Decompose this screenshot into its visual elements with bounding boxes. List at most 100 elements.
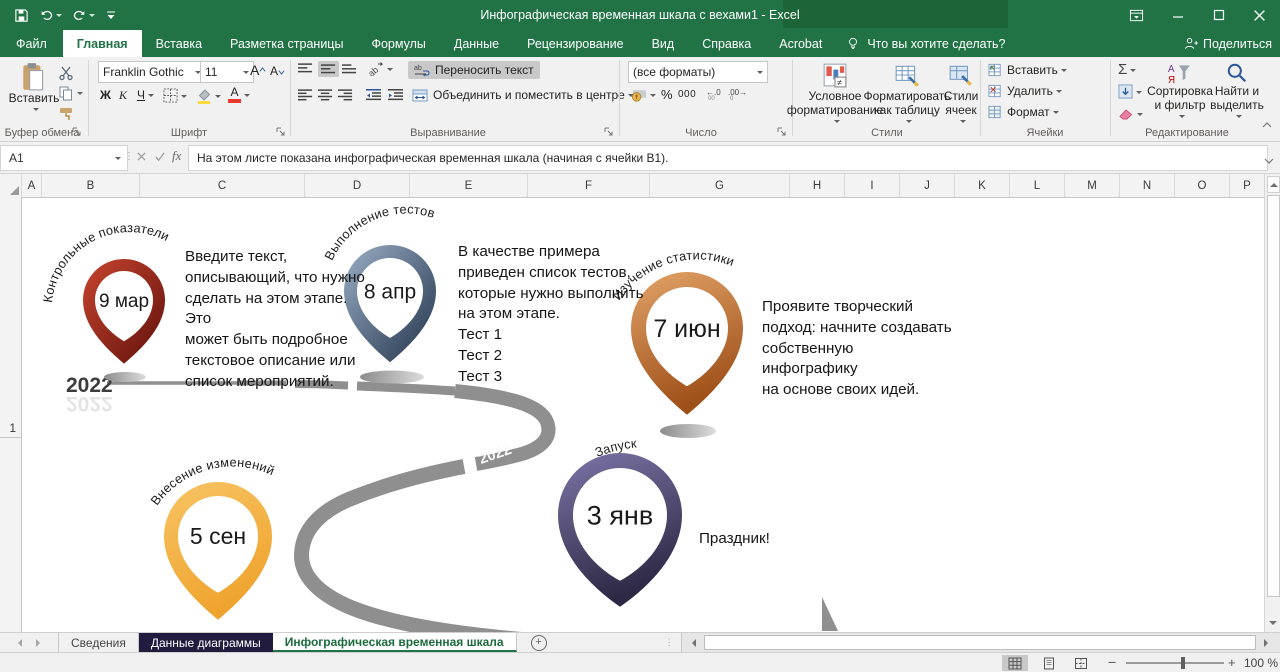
zoom-out-button[interactable]: −: [1108, 654, 1116, 670]
column-header-c[interactable]: C: [140, 174, 305, 197]
decrease-font-button[interactable]: A: [270, 64, 285, 78]
sheet-tab-infographic-active[interactable]: Инфографическая временная шкала: [273, 633, 517, 652]
column-header-f[interactable]: F: [528, 174, 650, 197]
column-header-n[interactable]: N: [1120, 174, 1175, 197]
number-format-combobox[interactable]: (все форматы): [628, 61, 768, 83]
select-all-button[interactable]: [0, 174, 22, 197]
fill-color-button[interactable]: [196, 87, 221, 104]
font-dialog-launcher[interactable]: [276, 126, 288, 138]
format-painter-button[interactable]: [58, 106, 74, 122]
formula-bar-grip[interactable]: ⋮: [124, 151, 133, 162]
orientation-button[interactable]: ab: [368, 62, 393, 76]
hscroll-right-arrow-icon[interactable]: [1264, 639, 1272, 647]
milestone-pin-sep[interactable]: 5 сен: [164, 482, 272, 620]
share-button[interactable]: Поделиться: [1183, 30, 1272, 57]
milestone-pin-jan[interactable]: 3 янв: [558, 453, 682, 607]
column-header-p[interactable]: P: [1230, 174, 1264, 197]
ribbon-display-options-button[interactable]: [1116, 0, 1157, 30]
view-normal-button[interactable]: [1002, 655, 1028, 671]
clear-button[interactable]: [1118, 107, 1143, 120]
number-dialog-launcher[interactable]: [777, 126, 789, 138]
delete-cells-button[interactable]: Удалить: [988, 84, 1062, 98]
align-top-button[interactable]: [298, 63, 313, 75]
column-header-a[interactable]: A: [22, 174, 42, 197]
italic-button[interactable]: К: [119, 88, 127, 103]
align-right-button[interactable]: [338, 89, 353, 101]
clipboard-dialog-launcher[interactable]: [72, 126, 84, 138]
decrease-decimal-button[interactable]: .00→0: [728, 88, 746, 100]
scroll-up-button[interactable]: [1267, 176, 1280, 193]
bold-button[interactable]: Ж: [100, 88, 111, 102]
tab-data[interactable]: Данные: [440, 30, 513, 57]
sheet-nav-left-arrow[interactable]: [14, 639, 22, 647]
sheet-tab-svedeniya[interactable]: Сведения: [59, 633, 139, 652]
underline-button[interactable]: Ч: [137, 88, 154, 102]
vertical-scroll-thumb[interactable]: [1267, 195, 1280, 597]
paste-button[interactable]: Вставить: [8, 62, 60, 112]
milestone-pin-mar[interactable]: 9 мар: [83, 259, 165, 364]
autosum-button[interactable]: Σ: [1118, 61, 1136, 78]
column-header-h[interactable]: H: [790, 174, 845, 197]
zoom-level[interactable]: 100 %: [1244, 656, 1278, 670]
conditional-formatting-button[interactable]: ≠ Условное форматирование: [800, 62, 870, 124]
column-header-o[interactable]: O: [1175, 174, 1230, 197]
column-header-d[interactable]: D: [305, 174, 410, 197]
insert-function-button[interactable]: fx: [172, 148, 181, 164]
cancel-entry-button[interactable]: [136, 149, 147, 167]
close-button[interactable]: [1239, 0, 1280, 30]
zoom-slider-track[interactable]: [1126, 662, 1224, 664]
tell-me-box[interactable]: Что вы хотите сделать?: [836, 30, 1015, 57]
increase-font-button[interactable]: A: [250, 62, 266, 78]
fill-button[interactable]: [1118, 84, 1142, 99]
scroll-down-button[interactable]: [1267, 615, 1278, 630]
hscroll-left-arrow-icon[interactable]: [688, 639, 696, 647]
align-bottom-button[interactable]: [342, 63, 357, 75]
view-page-break-button[interactable]: [1068, 655, 1094, 671]
tab-insert[interactable]: Вставка: [142, 30, 216, 57]
alignment-dialog-launcher[interactable]: [604, 126, 616, 138]
wrap-text-button[interactable]: ab Переносить текст: [408, 61, 540, 79]
tab-formulas[interactable]: Формулы: [357, 30, 439, 57]
increase-decimal-button[interactable]: ←.000: [706, 88, 724, 100]
insert-cells-button[interactable]: Вставить: [988, 63, 1067, 77]
sheet-nav-right-arrow[interactable]: [36, 639, 44, 647]
column-header-e[interactable]: E: [410, 174, 528, 197]
column-header-i[interactable]: I: [845, 174, 900, 197]
vertical-scrollbar[interactable]: [1264, 174, 1280, 632]
copy-button[interactable]: [58, 85, 83, 101]
tab-page-layout[interactable]: Разметка страницы: [216, 30, 357, 57]
align-left-button[interactable]: [298, 89, 313, 101]
tab-acrobat[interactable]: Acrobat: [765, 30, 836, 57]
format-as-table-button[interactable]: Форматировать как таблицу: [872, 62, 942, 124]
sheet-tab-dannye-diagrammy[interactable]: Данные диаграммы: [139, 633, 273, 652]
cut-button[interactable]: [58, 65, 74, 81]
tab-help[interactable]: Справка: [688, 30, 765, 57]
font-name-combobox[interactable]: Franklin Gothic: [98, 61, 206, 83]
column-header-k[interactable]: K: [955, 174, 1010, 197]
increase-indent-button[interactable]: [388, 89, 404, 101]
column-header-g[interactable]: G: [650, 174, 790, 197]
column-header-b[interactable]: B: [42, 174, 140, 197]
cell-styles-button[interactable]: Стили ячеек: [944, 62, 978, 124]
column-header-m[interactable]: M: [1065, 174, 1120, 197]
horizontal-scroll-thumb[interactable]: [704, 635, 1256, 650]
font-color-button[interactable]: А: [228, 86, 250, 103]
row-header-1[interactable]: 1: [0, 197, 22, 438]
column-header-l[interactable]: L: [1010, 174, 1065, 197]
sort-filter-button[interactable]: АЯ Сортировка и фильтр: [1148, 62, 1212, 119]
align-center-button[interactable]: [318, 89, 333, 101]
collapse-ribbon-button[interactable]: [1262, 121, 1272, 129]
zoom-in-button[interactable]: +: [1228, 655, 1236, 670]
comma-style-button[interactable]: 000: [678, 89, 696, 100]
zoom-slider-thumb[interactable]: [1181, 657, 1185, 669]
column-header-j[interactable]: J: [900, 174, 955, 197]
new-sheet-button[interactable]: +: [531, 635, 547, 651]
tab-file[interactable]: Файл: [0, 30, 63, 57]
borders-button[interactable]: [163, 88, 187, 103]
format-cells-button[interactable]: Формат: [988, 105, 1059, 119]
tab-review[interactable]: Рецензирование: [513, 30, 638, 57]
accounting-format-button[interactable]: [630, 88, 656, 102]
tab-home[interactable]: Главная: [63, 30, 142, 57]
minimize-button[interactable]: [1157, 0, 1198, 30]
view-page-layout-button[interactable]: [1036, 655, 1062, 671]
